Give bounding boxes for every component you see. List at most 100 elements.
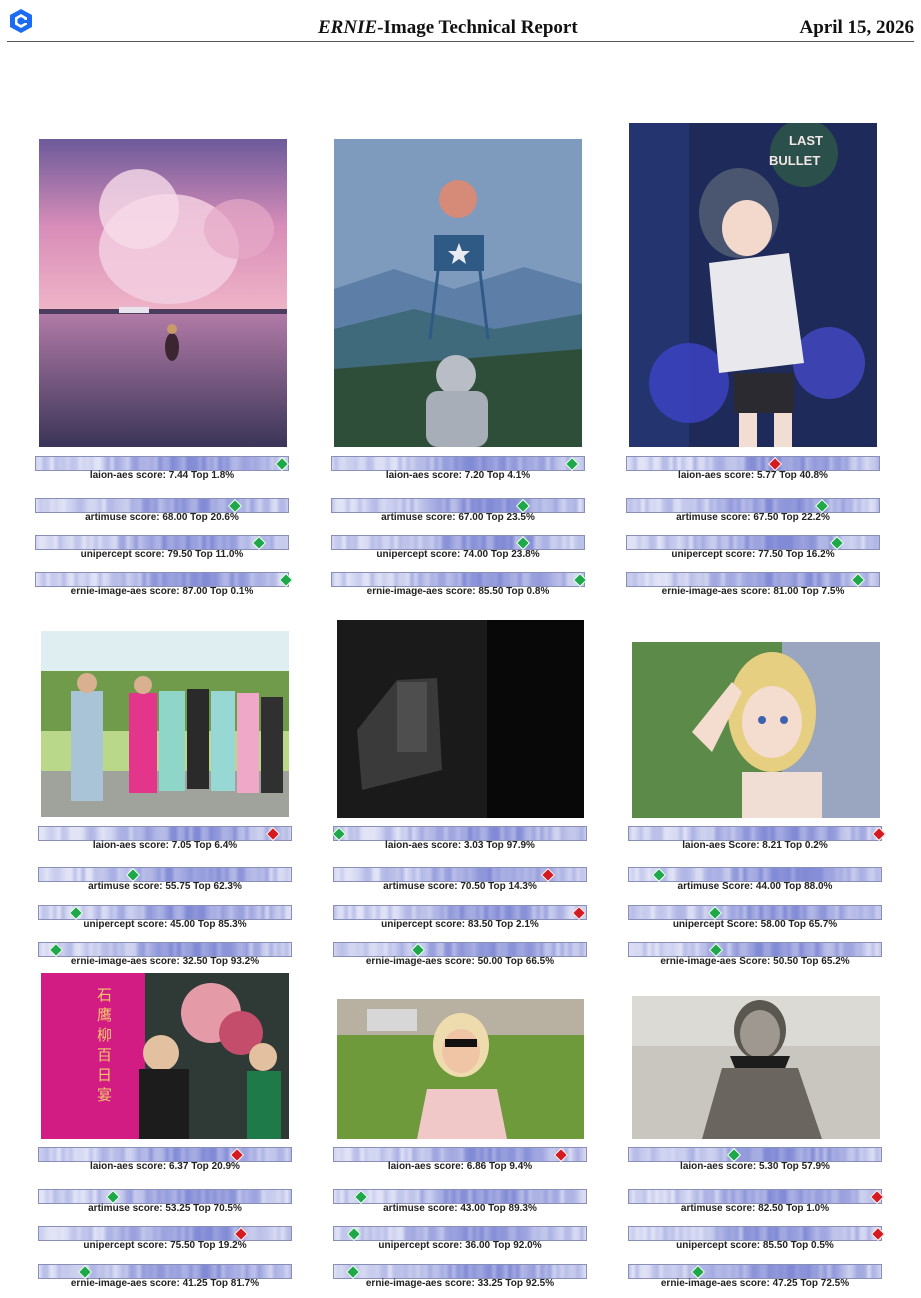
score-label: artimuse score: 70.50 Top 14.3% [383, 881, 537, 892]
sample-image-astronaut-tower [334, 139, 582, 447]
svg-text:BULLET: BULLET [769, 153, 820, 168]
distribution-density-stripes [629, 827, 881, 840]
score-label: laion-aes score: 5.30 Top 57.9% [680, 1161, 830, 1172]
score-label: artimuse score: 43.00 Top 89.3% [383, 1203, 537, 1214]
distribution-density-stripes [332, 536, 584, 549]
score-distribution-bar [626, 572, 880, 587]
metric-row: laion-aes score: 5.30 Top 57.9% [628, 1147, 894, 1181]
score-label: ernie-image-aes score: 47.25 Top 72.5% [660, 1278, 850, 1289]
score-distribution-bar [628, 905, 882, 920]
score-label: laion-aes score: 6.86 Top 9.4% [387, 1161, 533, 1172]
distribution-density-stripes [36, 499, 288, 512]
score-label: unipercept score: 77.50 Top 16.2% [671, 549, 835, 560]
metric-row: laion-aes score: 6.37 Top 20.9% [38, 1147, 304, 1181]
score-label: laion-aes score: 6.37 Top 20.9% [90, 1161, 240, 1172]
banquet-sign-char-5: 日 [97, 1066, 112, 1084]
distribution-density-stripes [627, 499, 879, 512]
score-label: unipercept score: 79.50 Top 11.0% [80, 549, 244, 560]
metric-row: laion-aes score: 5.77 Top 40.8% [626, 456, 892, 490]
distribution-density-stripes [334, 827, 586, 840]
metric-row: unipercept score: 45.00 Top 85.3% [38, 905, 304, 939]
metric-row: artimuse score: 43.00 Top 89.3% [333, 1189, 599, 1223]
sample-image-garden-woman [337, 999, 584, 1139]
distribution-density-stripes [629, 943, 881, 956]
score-distribution-bar [331, 572, 585, 587]
score-distribution-bar [38, 1226, 292, 1241]
score-distribution-bar [331, 456, 585, 471]
score-distribution-bar [35, 456, 289, 471]
score-distribution-bar [333, 905, 587, 920]
sample-image-banquet: 石 鹰 柳 百 日 宴 [41, 973, 289, 1139]
score-label: unipercept score: 85.50 Top 0.5% [676, 1240, 834, 1251]
metric-row: unipercept score: 79.50 Top 11.0% [35, 535, 301, 569]
score-label: artimuse score: 68.00 Top 20.6% [85, 512, 239, 523]
metric-row: unipercept score: 36.00 Top 92.0% [333, 1226, 599, 1260]
distribution-density-stripes [334, 1148, 586, 1161]
metric-row: laion-aes Score: 8.21 Top 0.2% [628, 826, 894, 860]
distribution-density-stripes [39, 1148, 291, 1161]
score-label: laion-aes score: 7.20 Top 4.1% [385, 470, 531, 481]
metric-row: ernie-image-aes Score: 50.50 Top 65.2% [628, 942, 894, 976]
score-distribution-bar [38, 867, 292, 882]
distribution-density-stripes [629, 1190, 881, 1203]
score-distribution-bar [38, 1147, 292, 1162]
distribution-density-stripes [627, 457, 879, 470]
distribution-density-stripes [334, 1190, 586, 1203]
metric-row: laion-aes score: 7.05 Top 6.4% [38, 826, 304, 860]
metric-row: artimuse score: 70.50 Top 14.3% [333, 867, 599, 901]
score-label: laion-aes Score: 8.21 Top 0.2% [682, 840, 828, 851]
report-title-italic: ERNIE [318, 17, 378, 38]
metric-row: laion-aes score: 3.03 Top 97.9% [331, 826, 599, 860]
svg-text:LAST: LAST [789, 133, 823, 148]
score-distribution-bar [35, 498, 289, 513]
report-date: April 15, 2026 [799, 17, 914, 38]
sample-image-dark-frame [337, 620, 584, 818]
metric-row: artimuse score: 82.50 Top 1.0% [628, 1189, 894, 1223]
sample-image-3d-girl [632, 642, 880, 818]
score-distribution-bar [628, 826, 882, 841]
score-label: ernie-image-aes score: 32.50 Top 93.2% [70, 956, 260, 967]
score-distribution-bar [628, 1226, 882, 1241]
metric-row: ernie-image-aes score: 47.25 Top 72.5% [628, 1264, 894, 1298]
metric-row: unipercept score: 77.50 Top 16.2% [626, 535, 892, 569]
metric-row: artimuse Score: 44.00 Top 88.0% [628, 867, 894, 901]
distribution-density-stripes [629, 906, 881, 919]
distribution-density-stripes [629, 1148, 881, 1161]
score-distribution-bar [628, 1147, 882, 1162]
sample-image-sunset-sea [39, 139, 287, 447]
score-distribution-bar [628, 942, 882, 957]
page-header: ERNIE-Image Technical Report April 15, 2… [0, 0, 921, 44]
distribution-density-stripes [332, 573, 584, 586]
score-label: unipercept Score: 58.00 Top 65.7% [672, 919, 838, 930]
banquet-sign-char-1: 石 [97, 986, 112, 1004]
distribution-density-stripes [334, 906, 586, 919]
score-label: unipercept score: 74.00 Top 23.8% [376, 549, 540, 560]
distribution-density-stripes [629, 1227, 881, 1240]
distribution-density-stripes [36, 573, 288, 586]
distribution-density-stripes [334, 1265, 586, 1278]
distribution-density-stripes [36, 457, 288, 470]
score-label: artimuse score: 53.25 Top 70.5% [88, 1203, 242, 1214]
score-distribution-bar [628, 1264, 882, 1279]
distribution-density-stripes [334, 1227, 586, 1240]
distribution-density-stripes [332, 499, 584, 512]
score-distribution-bar [333, 1226, 587, 1241]
sample-image-anime-girl: LAST BULLET [629, 123, 877, 447]
score-distribution-bar [333, 942, 587, 957]
score-distribution-bar [626, 456, 880, 471]
metric-row: ernie-image-aes score: 32.50 Top 93.2% [38, 942, 304, 976]
metric-row: artimuse score: 55.75 Top 62.3% [38, 867, 304, 901]
score-label: laion-aes score: 3.03 Top 97.9% [385, 840, 535, 851]
score-label: ernie-image-aes score: 87.00 Top 0.1% [70, 586, 254, 597]
metric-row: artimuse score: 53.25 Top 70.5% [38, 1189, 304, 1223]
distribution-density-stripes [39, 827, 291, 840]
score-label: laion-aes score: 5.77 Top 40.8% [678, 470, 828, 481]
metric-row: unipercept score: 85.50 Top 0.5% [628, 1226, 894, 1260]
distribution-density-stripes [39, 943, 291, 956]
banquet-sign-char-6: 宴 [97, 1086, 112, 1104]
sample-image-vintage-portrait [632, 996, 880, 1139]
metric-row: ernie-image-aes score: 81.00 Top 7.5% [626, 572, 892, 606]
score-label: ernie-image-aes score: 81.00 Top 7.5% [661, 586, 845, 597]
score-label: ernie-image-aes Score: 50.50 Top 65.2% [660, 956, 850, 967]
report-title-rest: -Image Technical Report [377, 17, 578, 38]
